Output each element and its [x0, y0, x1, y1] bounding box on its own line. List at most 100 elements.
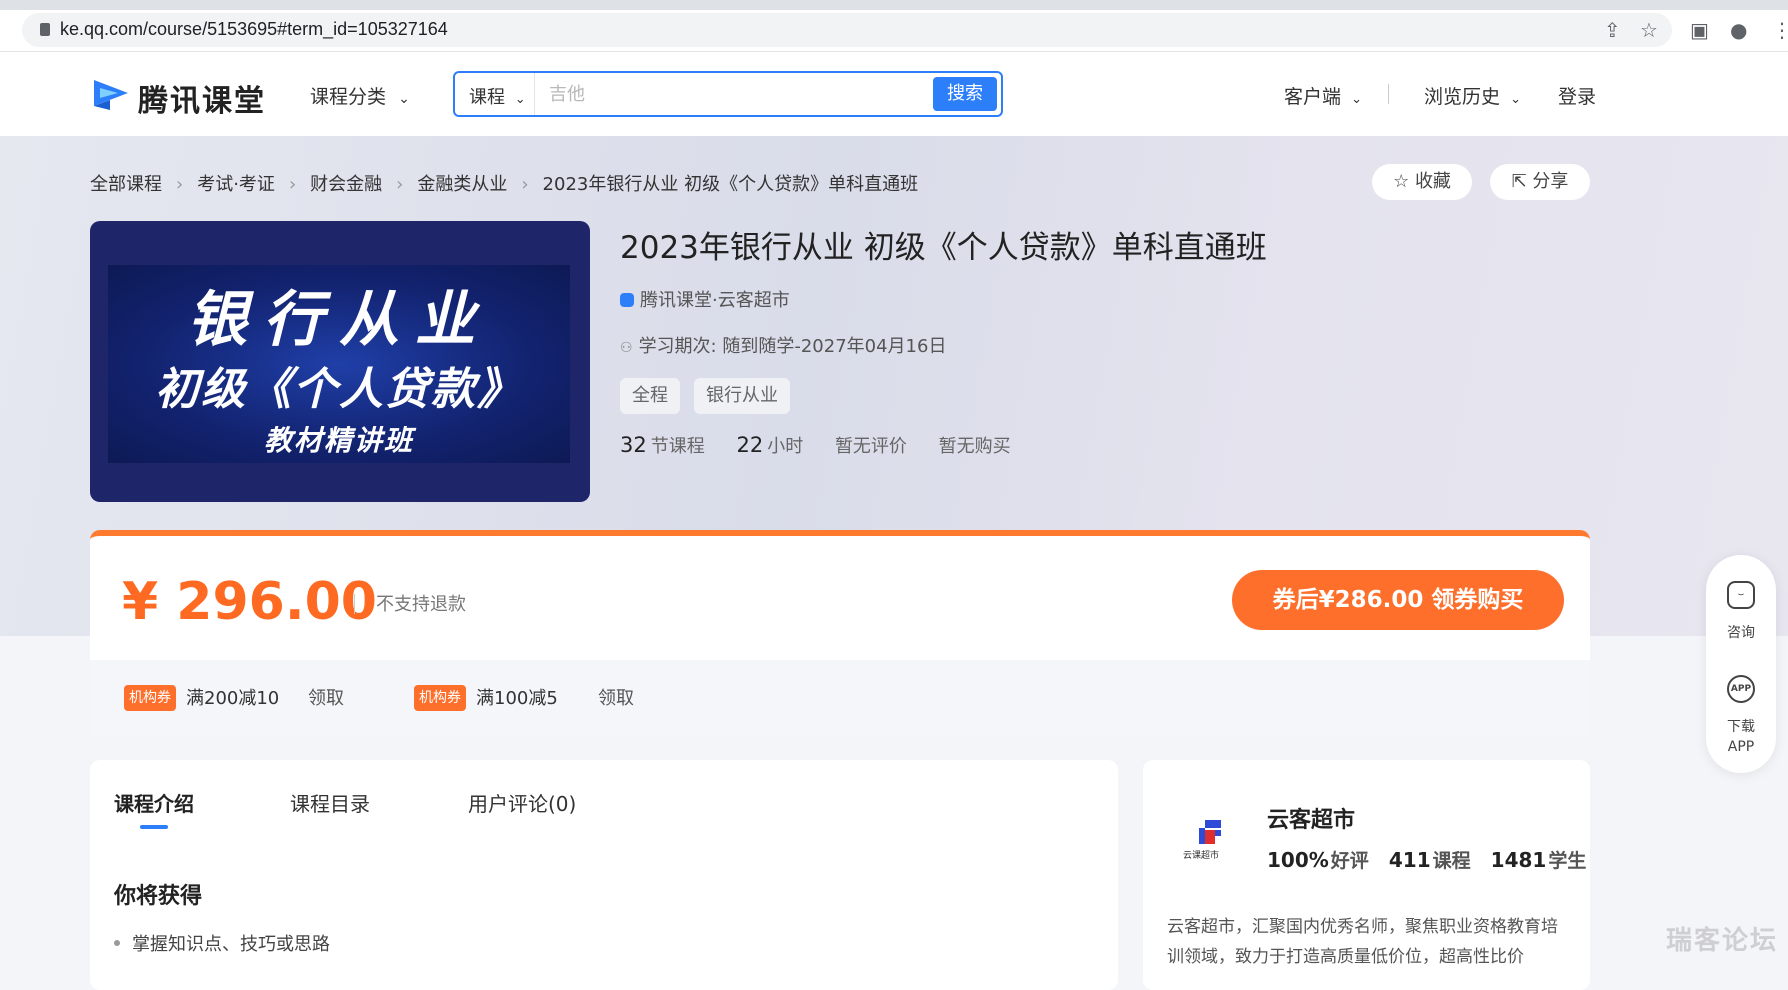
floating-side-toolbar: ⌣ 咨询 APP 下载 APP	[1706, 555, 1776, 773]
consult-label[interactable]: 咨询	[1706, 623, 1776, 643]
coupon-badge: 机构券	[124, 685, 176, 711]
favorite-button[interactable]: ☆ 收藏	[1372, 164, 1472, 200]
cover-line-3: 教材精讲班	[263, 424, 414, 457]
org-students-value: 1481	[1490, 848, 1547, 872]
period-icon: ⚇	[620, 340, 633, 356]
history-label: 浏览历史	[1424, 86, 1501, 108]
consult-icon[interactable]: ⌣	[1727, 581, 1755, 609]
url-text[interactable]: ke.qq.com/course/5153695#term_id=1053271…	[60, 19, 448, 40]
search-input[interactable]	[547, 79, 887, 109]
course-category-menu[interactable]: 课程分类 ⌄	[310, 82, 410, 109]
client-menu[interactable]: 客户端 ⌄	[1284, 82, 1362, 109]
breadcrumb-current: 2023年银行从业 初级《个人贷款》单科直通班	[542, 174, 919, 195]
history-menu[interactable]: 浏览历史 ⌄	[1424, 82, 1521, 109]
hours-stat: 22 小时	[736, 433, 804, 457]
breadcrumb: 全部课程 › 考试·考证 › 财会金融 › 金融类从业 › 2023年银行从业 初级《个人贷款》…	[90, 170, 918, 196]
site-header: 腾讯课堂 课程分类 ⌄ 课程 ⌄ 搜索 客户端 ⌄ 浏览历史 ⌄ 登录	[0, 52, 1788, 136]
organization-logo-caption: 云课超市	[1183, 851, 1220, 861]
cover-banner: 银行从业 初级《个人贷款》 教材精讲班	[108, 265, 570, 463]
coupon-badge: 机构券	[414, 685, 466, 711]
chevron-down-icon: ⌄	[398, 91, 410, 107]
organization-description: 云客超市，汇聚国内优秀名师，聚焦职业资格教育培训领域，致力于打造高质量低价位，超…	[1167, 917, 1558, 967]
course-title: 2023年银行从业 初级《个人贷款》单科直通班	[620, 230, 1267, 266]
search-type-label: 课程	[469, 87, 505, 108]
org-courses-value: 411	[1388, 848, 1431, 872]
organization-card: 云课超市 云客超市 100% 好评 411 课程 1481 学生 云客超市，汇聚国内优…	[1143, 760, 1590, 990]
watermark: 瑞客论坛	[1666, 926, 1779, 956]
bullet-icon	[114, 940, 120, 946]
browser-tab-strip	[0, 0, 1788, 10]
breadcrumb-item[interactable]: 全部课程	[90, 174, 162, 195]
provider-icon	[620, 293, 634, 307]
url-field[interactable]: ke.qq.com/course/5153695#term_id=1053271…	[22, 13, 1672, 47]
org-students-label: 学生	[1548, 850, 1587, 872]
header-divider	[1388, 84, 1389, 104]
claim-coupon-button[interactable]: 领取	[308, 684, 344, 710]
side-panel-icon[interactable]: ▣	[1690, 18, 1709, 42]
gain-item-text: 掌握知识点、技巧或思路	[132, 934, 330, 955]
study-period: ⚇ 学习期次: 随到随学-2027年04月16日	[620, 332, 946, 358]
org-rating-value: 100%	[1267, 848, 1329, 872]
coupon-text: 满100减5	[476, 688, 558, 709]
org-rating-label: 好评	[1330, 850, 1369, 872]
course-category-label: 课程分类	[310, 86, 387, 108]
bookmark-star-icon[interactable]: ☆	[1640, 18, 1658, 42]
search-button[interactable]: 搜索	[933, 77, 997, 111]
share-page-icon[interactable]: ⇪	[1604, 18, 1621, 42]
lessons-label: 节课程	[650, 436, 705, 457]
claim-coupon-button[interactable]: 领取	[598, 684, 634, 710]
course-cover-image: 银行从业 初级《个人贷款》 教材精讲班	[90, 221, 590, 502]
menu-icon[interactable]: ⋮	[1772, 18, 1788, 42]
hours-label: 小时	[767, 436, 804, 457]
tencent-classroom-logo-icon[interactable]	[90, 74, 132, 112]
coupon-buy-button[interactable]: 券后¥286.00 领券购买	[1232, 570, 1564, 630]
favorite-label: 收藏	[1414, 171, 1451, 192]
star-icon: ☆	[1393, 171, 1410, 192]
breadcrumb-item[interactable]: 考试·考证	[197, 174, 275, 195]
share-label: 分享	[1532, 171, 1569, 192]
tab-course-catalog[interactable]: 课程目录	[290, 788, 370, 817]
breadcrumb-separator-icon: ›	[288, 174, 297, 195]
coupon-row: 机构券 满200减10 领取 机构券 满100减5 领取	[90, 660, 1590, 735]
cover-line-2: 初级《个人贷款》	[155, 364, 523, 415]
chevron-down-icon: ⌄	[1510, 92, 1521, 107]
app-download-icon[interactable]: APP	[1727, 675, 1755, 703]
gain-item: 掌握知识点、技巧或思路	[114, 930, 330, 956]
search-bar: 课程 ⌄ 搜索	[453, 71, 1003, 117]
tab-course-intro[interactable]: 课程介绍	[114, 788, 194, 817]
course-content-card: 课程介绍 课程目录 用户评论(0) 你将获得 掌握知识点、技巧或思路	[90, 760, 1118, 990]
lessons-stat: 32 节课程	[620, 433, 705, 457]
course-stats: 32 节课程 22 小时 暂无评价 暂无购买	[620, 432, 1037, 458]
logo-text[interactable]: 腾讯课堂	[138, 76, 266, 120]
breadcrumb-item[interactable]: 财会金融	[310, 174, 382, 195]
login-link[interactable]: 登录	[1558, 82, 1596, 109]
search-type-select[interactable]: 课程 ⌄	[469, 83, 526, 109]
browser-address-bar: ke.qq.com/course/5153695#term_id=1053271…	[0, 10, 1788, 52]
tab-user-reviews[interactable]: 用户评论(0)	[468, 788, 576, 817]
download-app-label-line1[interactable]: 下载	[1706, 717, 1776, 737]
course-tags: 全程 银行从业	[620, 378, 804, 414]
price-divider	[354, 594, 355, 614]
search-divider	[534, 73, 535, 115]
breadcrumb-separator-icon: ›	[396, 174, 404, 195]
share-icon: ⇱	[1511, 171, 1527, 192]
lessons-count: 32	[620, 433, 647, 457]
download-app-label-line2[interactable]: APP	[1706, 737, 1776, 757]
client-label: 客户端	[1284, 86, 1342, 108]
breadcrumb-separator-icon: ›	[176, 174, 184, 195]
organization-name[interactable]: 云客超市	[1267, 802, 1355, 834]
hours-count: 22	[736, 433, 764, 457]
organization-stats: 100% 好评 411 课程 1481 学生	[1267, 846, 1600, 873]
provider-name: 腾讯课堂·云客超市	[640, 290, 790, 311]
course-tag: 全程	[620, 378, 680, 414]
chevron-down-icon: ⌄	[1351, 92, 1362, 107]
breadcrumb-separator-icon: ›	[521, 174, 529, 195]
profile-icon[interactable]: ●	[1730, 18, 1747, 42]
course-tag: 银行从业	[694, 378, 790, 414]
share-button[interactable]: ⇱ 分享	[1490, 164, 1590, 200]
active-tab-indicator	[140, 825, 168, 829]
period-text: 学习期次: 随到随学-2027年04月16日	[638, 336, 947, 357]
course-price: ¥ 296.00	[122, 572, 377, 632]
course-provider[interactable]: 腾讯课堂·云客超市	[620, 286, 790, 312]
breadcrumb-item[interactable]: 金融类从业	[417, 174, 507, 195]
